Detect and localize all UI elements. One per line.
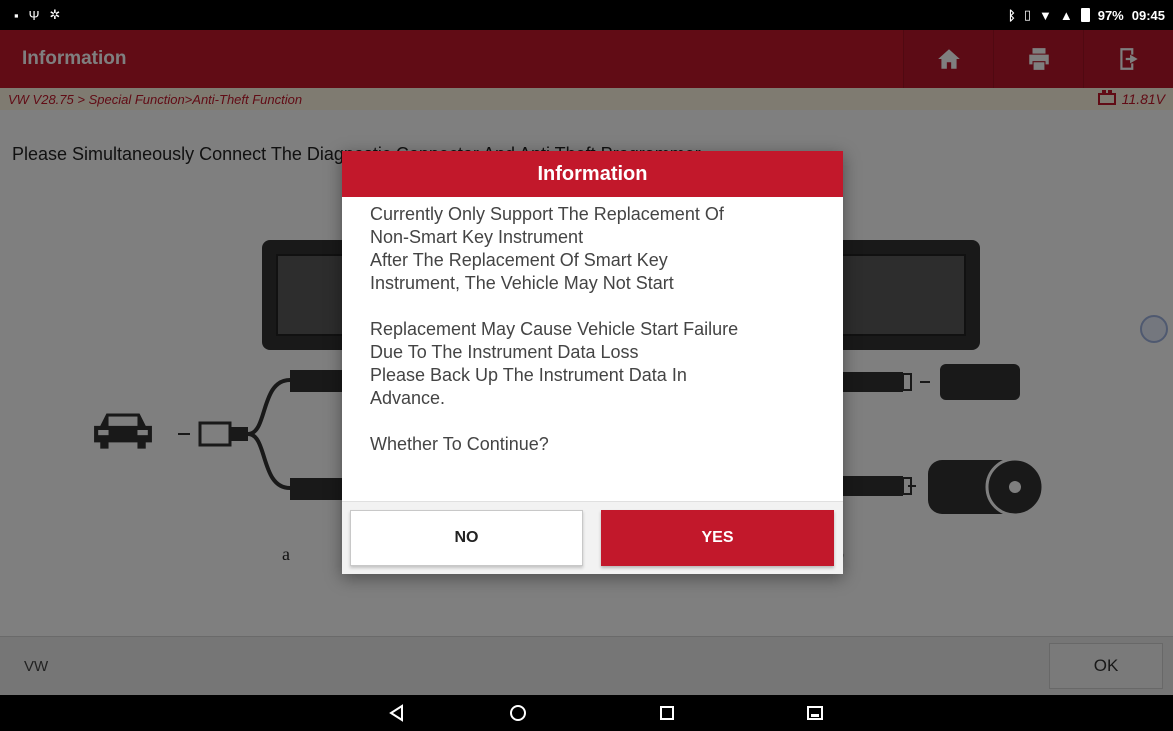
navigation-bar	[0, 695, 1173, 731]
bluetooth-icon: ᛒ	[1008, 7, 1016, 23]
image-icon: ▪	[14, 7, 19, 23]
dialog-title: Information	[342, 151, 843, 197]
dialog-question: Whether To Continue?	[370, 434, 549, 454]
dialog-line: Non-Smart Key Instrument	[370, 227, 584, 247]
back-icon	[389, 704, 403, 722]
dialog-line: Please Back Up The Instrument Data In	[370, 365, 687, 385]
home-circle-icon	[510, 705, 526, 721]
dialog-actions: NO YES	[342, 501, 843, 574]
vibrate-icon: ▯	[1023, 7, 1031, 22]
information-dialog: Information Currently Only Support The R…	[342, 151, 843, 574]
dialog-line: Due To The Instrument Data Loss	[370, 342, 639, 362]
recents-button[interactable]	[655, 701, 679, 725]
clock: 09:45	[1131, 7, 1165, 23]
home-nav-button[interactable]	[506, 701, 530, 725]
yes-button[interactable]: YES	[601, 510, 834, 566]
usb-icon: Ψ	[28, 7, 40, 23]
recents-icon	[660, 706, 674, 720]
dialog-line: After The Replacement Of Smart Key	[370, 250, 668, 270]
bluetooth-settings-icon: ✲	[49, 7, 61, 22]
dialog-line: Replacement May Cause Vehicle Start Fail…	[370, 319, 739, 339]
screenshot-icon	[807, 706, 823, 720]
battery-level: 97%	[1097, 7, 1124, 23]
wifi-icon: ▼	[1038, 7, 1052, 23]
back-button[interactable]	[385, 701, 409, 725]
status-bar: ▪ Ψ ✲ ᛒ ▯ ▼ ▲ 97% 09:45	[0, 0, 1173, 30]
dialog-line: Currently Only Support The Replacement O…	[370, 204, 724, 224]
screen: ▪ Ψ ✲ ᛒ ▯ ▼ ▲ 97% 09:45 Information VW V…	[0, 0, 1173, 731]
signal-icon: ▲	[1059, 7, 1073, 23]
no-button[interactable]: NO	[350, 510, 583, 566]
dialog-line: Instrument, The Vehicle May Not Start	[370, 273, 674, 293]
dialog-line: Advance.	[370, 388, 446, 408]
screenshot-button[interactable]	[803, 701, 827, 725]
battery-icon	[1080, 8, 1090, 22]
dialog-message: Currently Only Support The Replacement O…	[342, 197, 843, 501]
